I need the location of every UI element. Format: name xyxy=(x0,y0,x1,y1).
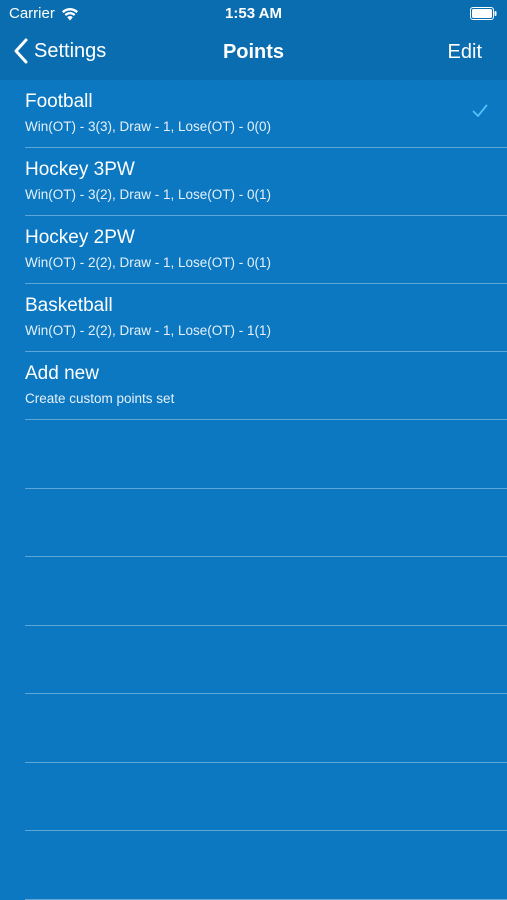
empty-row xyxy=(25,626,507,694)
points-list: Football Win(OT) - 3(3), Draw - 1, Lose(… xyxy=(0,80,507,900)
list-item-title: Add new xyxy=(25,363,99,384)
empty-row xyxy=(25,557,507,626)
list-item-subtitle: Win(OT) - 2(2), Draw - 1, Lose(OT) - 1(1… xyxy=(25,323,272,338)
list-item-title: Football xyxy=(25,91,93,112)
navigation-bar: Settings Points Edit xyxy=(0,28,507,80)
list-item-subtitle: Win(OT) - 3(3), Draw - 1, Lose(OT) - 0(0… xyxy=(25,119,272,134)
list-item-hockey-3pw[interactable]: Hockey 3PW Win(OT) - 3(2), Draw - 1, Los… xyxy=(25,148,507,216)
checkmark-icon xyxy=(472,104,488,117)
list-item-football[interactable]: Football Win(OT) - 3(3), Draw - 1, Lose(… xyxy=(25,80,507,148)
battery-icon xyxy=(470,7,497,20)
edit-button[interactable]: Edit xyxy=(448,41,482,64)
list-item-title: Hockey 3PW xyxy=(25,159,135,180)
page-title: Points xyxy=(222,41,285,63)
empty-row xyxy=(25,694,507,763)
top-bar: Carrier 1:53 AM Settings Points Edit xyxy=(0,0,507,80)
list-item-subtitle: Create custom points set xyxy=(25,391,175,406)
empty-row xyxy=(25,489,507,557)
status-time: 1:53 AM xyxy=(225,5,282,22)
list-item-basketball[interactable]: Basketball Win(OT) - 2(2), Draw - 1, Los… xyxy=(25,284,507,352)
list-item-hockey-2pw[interactable]: Hockey 2PW Win(OT) - 2(2), Draw - 1, Los… xyxy=(25,216,507,284)
status-bar: Carrier 1:53 AM xyxy=(0,0,507,28)
list-item-title: Basketball xyxy=(25,295,113,316)
empty-row xyxy=(25,831,507,900)
list-item-add-new[interactable]: Add new Create custom points set xyxy=(25,352,507,420)
empty-row xyxy=(25,420,507,489)
empty-row xyxy=(25,763,507,831)
list-item-title: Hockey 2PW xyxy=(25,227,135,248)
list-item-subtitle: Win(OT) - 3(2), Draw - 1, Lose(OT) - 0(1… xyxy=(25,187,272,202)
list-item-subtitle: Win(OT) - 2(2), Draw - 1, Lose(OT) - 0(1… xyxy=(25,255,272,270)
